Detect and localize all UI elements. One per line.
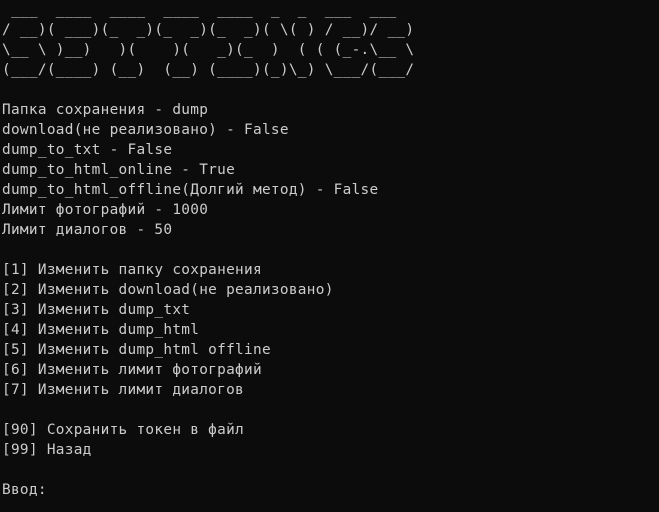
menu-item-7: [7] Изменить лимит диалогов <box>2 382 245 398</box>
ascii-banner: ___ ____ ____ ____ ____ _ _ ___ ___ / __… <box>2 0 657 80</box>
banner-line: \__ \ )__) )( )( _)(_ ) ( ( (_-.\__ \ <box>2 42 415 58</box>
menu-item-6: [6] Изменить лимит фотографий <box>2 362 262 378</box>
menu-item-90: [90] Сохранить токен в файл <box>2 422 245 438</box>
setting-photo-limit: Лимит фотографий - 1000 <box>2 202 209 218</box>
setting-dump-to-txt: dump_to_txt - False <box>2 142 173 158</box>
menu-item-99: [99] Назад <box>2 442 92 458</box>
input-prompt-label: Ввод: <box>2 482 56 498</box>
setting-dialog-limit: Лимит диалогов - 50 <box>2 222 173 238</box>
banner-line: (___/(____) (__) (__) (____)(_)\_) \___/… <box>2 62 415 78</box>
menu-item-5: [5] Изменить dump_html offline <box>2 342 271 358</box>
banner-line: ___ ____ ____ ____ ____ _ _ ___ ___ <box>2 2 397 18</box>
setting-dump-to-html-offline: dump_to_html_offline(Долгий метод) - Fal… <box>2 182 379 198</box>
input-prompt-line: Ввод: <box>2 480 657 500</box>
banner-line: / __)( ___)(_ _)(_ _)(_ _)( \( ) / __)/ … <box>2 22 415 38</box>
menu-item-1: [1] Изменить папку сохранения <box>2 262 262 278</box>
setting-download: download(не реализовано) - False <box>2 122 289 138</box>
setting-folder: Папка сохранения - dump <box>2 102 209 118</box>
console-window: ___ ____ ____ ____ ____ _ _ ___ ___ / __… <box>2 0 657 512</box>
menu-item-4: [4] Изменить dump_html <box>2 322 200 338</box>
menu-item-3: [3] Изменить dump_txt <box>2 302 191 318</box>
setting-dump-to-html-online: dump_to_html_online - True <box>2 162 236 178</box>
command-input[interactable] <box>55 481 356 499</box>
menu-item-2: [2] Изменить download(не реализовано) <box>2 282 334 298</box>
